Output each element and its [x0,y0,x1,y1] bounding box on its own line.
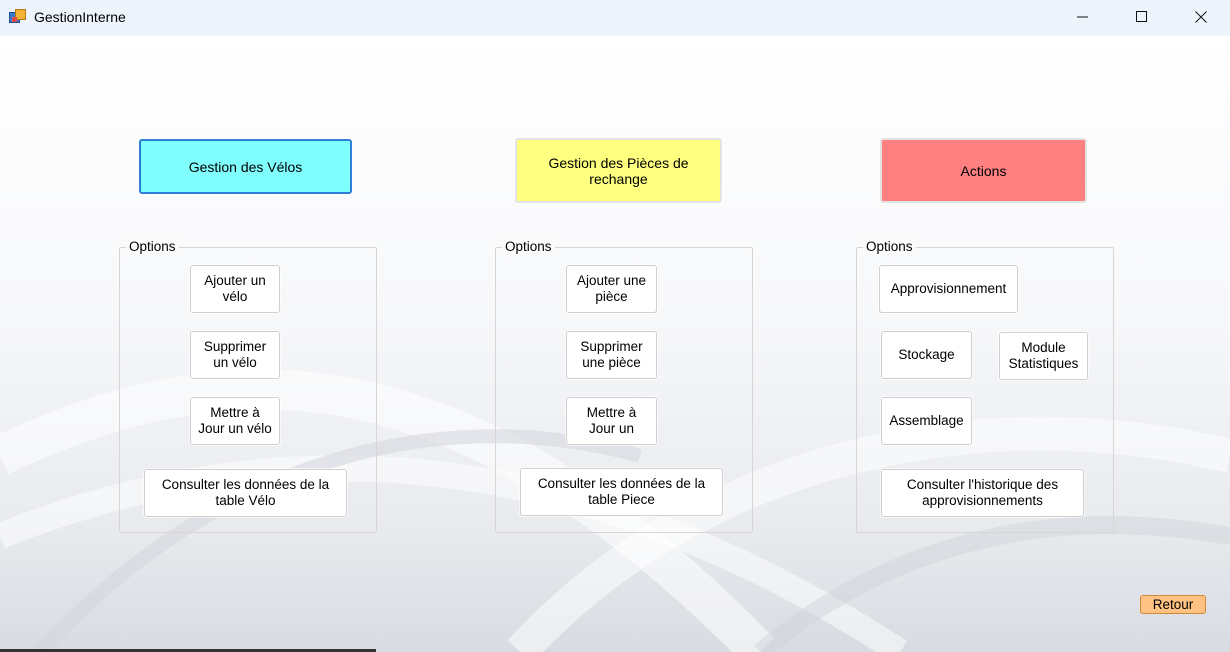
actions-label: Actions [960,162,1007,179]
button-label: Mettre à Jour un vélo [198,405,272,436]
stockage-button[interactable]: Stockage [881,331,972,379]
button-label: Consulter l'historique des approvisionne… [906,477,1059,508]
button-label: Consulter les données de la table Piece [537,476,706,507]
options-legend: Options [863,239,916,254]
supprimer-piece-button[interactable]: Supprimer une pièce [566,331,657,379]
maximize-icon [1136,11,1147,22]
button-label: Supprimer une pièce [580,339,643,370]
actions-button[interactable]: Actions [880,138,1087,203]
button-label: Mettre à Jour un [586,405,637,436]
ajouter-piece-button[interactable]: Ajouter une pièce [566,265,657,313]
gestion-pieces-button[interactable]: Gestion des Pièces de rechange [515,138,722,203]
window-title: GestionInterne [34,9,126,25]
gestion-velos-label: Gestion des Vélos [188,158,303,175]
module-statistiques-button[interactable]: Module Statistiques [999,332,1088,380]
maximize-button[interactable] [1113,0,1171,34]
mettre-a-jour-piece-button[interactable]: Mettre à Jour un [566,397,657,445]
assemblage-button[interactable]: Assemblage [881,397,972,445]
retour-label: Retour [1152,597,1194,612]
minimize-button[interactable] [1054,0,1112,34]
app-icon [9,9,26,23]
consulter-historique-button[interactable]: Consulter l'historique des approvisionne… [881,469,1084,517]
button-label: Assemblage [889,413,964,428]
title-bar: GestionInterne [0,0,1230,36]
button-label: Ajouter un vélo [204,273,266,304]
button-label: Consulter les données de la table Vélo [161,477,330,508]
gestion-velos-button[interactable]: Gestion des Vélos [139,139,352,194]
button-label: Module Statistiques [1008,340,1079,371]
ajouter-velo-button[interactable]: Ajouter un vélo [190,265,280,313]
button-label: Supprimer un vélo [203,339,267,370]
close-button[interactable] [1172,0,1230,34]
form-client-area: Gestion des Vélos Gestion des Pièces de … [0,36,1230,652]
close-icon [1195,11,1207,23]
button-label: Ajouter une pièce [576,273,647,304]
consulter-table-velo-button[interactable]: Consulter les données de la table Vélo [144,469,347,517]
approvisionnement-button[interactable]: Approvisionnement [879,265,1018,313]
minimize-icon [1077,16,1088,18]
supprimer-velo-button[interactable]: Supprimer un vélo [190,331,280,379]
options-legend: Options [126,239,179,254]
retour-button[interactable]: Retour [1140,595,1206,614]
options-legend: Options [502,239,555,254]
consulter-table-piece-button[interactable]: Consulter les données de la table Piece [520,468,723,516]
button-label: Approvisionnement [890,281,1007,296]
gestion-pieces-label: Gestion des Pièces de rechange [548,154,689,187]
mettre-a-jour-velo-button[interactable]: Mettre à Jour un vélo [190,397,280,445]
button-label: Stockage [898,347,955,362]
